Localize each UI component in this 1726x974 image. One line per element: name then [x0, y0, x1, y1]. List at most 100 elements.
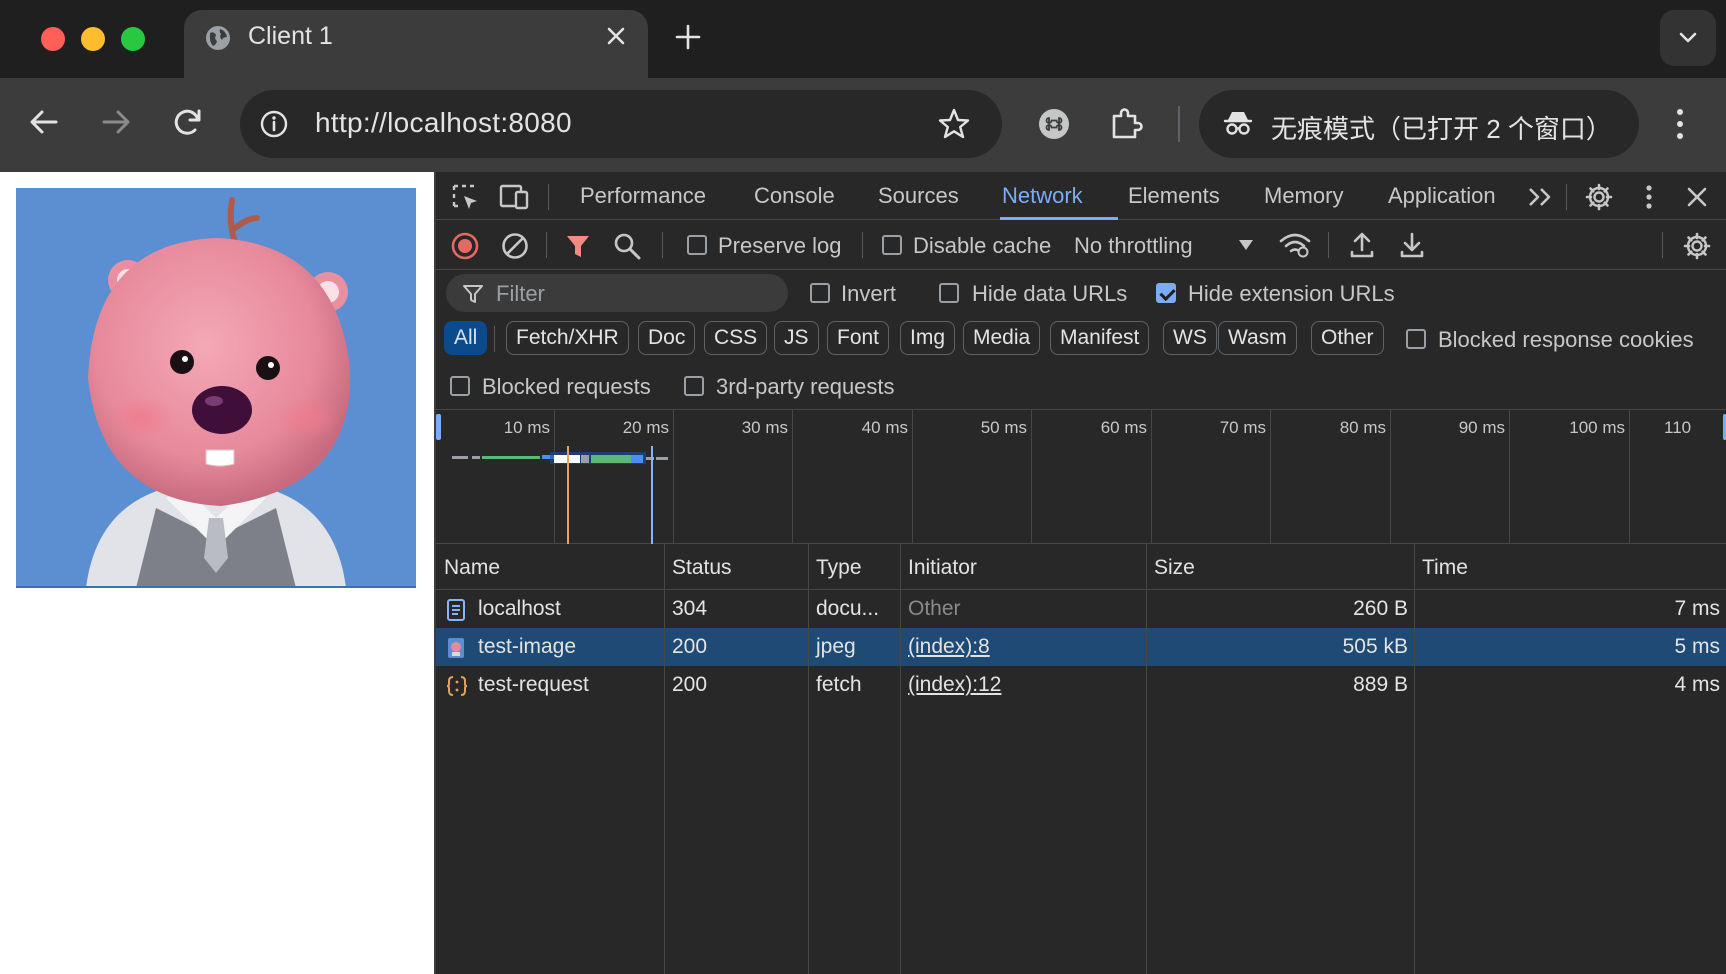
type-filter-font[interactable]: Font [827, 321, 890, 355]
blocked-response-cookies-checkbox[interactable] [1406, 329, 1426, 349]
tab-performance[interactable]: Performance [580, 183, 706, 209]
browser-menu-icon[interactable] [1668, 104, 1692, 144]
throttling-select[interactable]: No throttling [1074, 233, 1193, 259]
import-har-upload-icon[interactable] [1348, 230, 1376, 260]
new-tab-icon[interactable] [673, 22, 703, 52]
type-filter-doc[interactable]: Doc [638, 321, 696, 355]
search-icon[interactable] [612, 231, 642, 261]
tab-application[interactable]: Application [1388, 183, 1496, 209]
type-filter-media[interactable]: Media [963, 321, 1041, 355]
close-devtools-icon[interactable] [1684, 184, 1710, 210]
blocked-requests-checkbox[interactable] [450, 376, 470, 396]
reload-icon[interactable] [168, 102, 208, 142]
table-row[interactable]: test-request 200 fetch (index):12 889 B … [436, 666, 1726, 704]
type-filter-ws[interactable]: WS [1163, 321, 1217, 355]
settings-gear-icon[interactable] [1584, 182, 1614, 212]
incognito-indicator[interactable]: 无痕模式（已打开 2 个窗口） [1199, 90, 1639, 158]
more-tabs-chevron-icon[interactable] [1526, 184, 1556, 210]
timeline-tick-label: 90 ms [1458, 418, 1505, 437]
table-row[interactable]: localhost 304 docu... Other 260 B 7 ms [436, 590, 1726, 628]
type-filter-js[interactable]: JS [774, 321, 819, 355]
type-filter-manifest[interactable]: Manifest [1050, 321, 1150, 355]
column-header-size[interactable]: Size [1154, 556, 1195, 580]
column-header-type[interactable]: Type [816, 556, 862, 580]
timeline-tick-label: 100 ms [1569, 418, 1625, 437]
column-divider[interactable] [664, 544, 665, 974]
hide-extension-urls-checkbox[interactable] [1156, 283, 1176, 303]
timeline-tick-label: 70 ms [1219, 418, 1266, 437]
network-settings-gear-icon[interactable] [1682, 231, 1712, 261]
window-zoom-button[interactable] [121, 27, 145, 51]
column-divider[interactable] [1414, 544, 1415, 974]
type-filter-all[interactable]: All [444, 321, 488, 355]
request-type: docu... [816, 597, 880, 620]
tab-elements[interactable]: Elements [1128, 183, 1220, 209]
type-filter-img[interactable]: Img [900, 321, 956, 355]
disable-cache-checkbox[interactable] [882, 235, 902, 255]
tab-memory[interactable]: Memory [1264, 183, 1343, 209]
third-party-requests-checkbox[interactable] [684, 376, 704, 396]
forward-arrow-icon[interactable] [96, 102, 136, 142]
column-divider[interactable] [900, 544, 901, 974]
request-name: test-image [478, 635, 577, 658]
filter-funnel-outline-icon [463, 285, 483, 303]
timeline-gridline [1031, 410, 1032, 544]
table-row[interactable]: test-image 200 jpeg (index):8 505 kB 5 m… [436, 628, 1726, 666]
browser-toolbar: http://localhost:8080 无痕模式（已打开 2 个窗口） [0, 78, 1726, 172]
request-options-row: Blocked requests 3rd-party requests [436, 364, 1726, 410]
timeline-tick-label: 60 ms [1100, 418, 1147, 437]
invert-checkbox[interactable] [810, 283, 830, 303]
timeline-tick-label: 80 ms [1339, 418, 1386, 437]
toolbar-separator-2 [662, 232, 663, 258]
bookmark-star-icon[interactable] [937, 107, 971, 141]
dropdown-caret-icon[interactable] [1238, 239, 1254, 251]
hide-extension-urls-label: Hide extension URLs [1188, 281, 1395, 306]
url-text[interactable]: http://localhost:8080 [315, 107, 572, 139]
preserve-log-checkbox[interactable] [687, 235, 707, 255]
type-filter-other[interactable]: Other [1311, 321, 1384, 355]
column-header-status[interactable]: Status [672, 556, 732, 580]
request-initiator-link[interactable]: (index):12 [908, 673, 1001, 697]
disable-cache-label: Disable cache [913, 233, 1052, 258]
close-icon[interactable] [602, 22, 630, 50]
back-arrow-icon[interactable] [24, 102, 64, 142]
tab-console[interactable]: Console [754, 183, 835, 209]
request-initiator-link[interactable]: (index):8 [908, 635, 990, 659]
type-filter-css[interactable]: CSS [704, 321, 768, 355]
inspect-element-icon[interactable] [450, 182, 480, 212]
devtools-menu-icon[interactable] [1642, 182, 1656, 212]
column-header-time[interactable]: Time [1422, 556, 1468, 580]
window-close-button[interactable] [41, 27, 65, 51]
export-har-download-icon[interactable] [1398, 230, 1426, 260]
page-viewport [0, 172, 434, 974]
column-divider[interactable] [808, 544, 809, 974]
timeline-gridline [1151, 410, 1152, 544]
browser-tab[interactable]: Client 1 [184, 10, 648, 78]
hide-data-urls-checkbox[interactable] [939, 283, 959, 303]
globe-icon [206, 26, 230, 50]
request-type: jpeg [816, 635, 856, 658]
column-divider[interactable] [1146, 544, 1147, 974]
network-conditions-wifi-icon[interactable] [1278, 230, 1312, 260]
address-bar[interactable]: http://localhost:8080 [240, 90, 1002, 158]
device-toolbar-icon[interactable] [498, 182, 530, 212]
info-icon[interactable] [258, 108, 290, 140]
column-header-name[interactable]: Name [444, 556, 500, 580]
extensions-puzzle-icon[interactable] [1106, 104, 1146, 144]
type-filter-wasm[interactable]: Wasm [1218, 321, 1297, 355]
window-minimize-button[interactable] [81, 27, 105, 51]
type-filter-fetch-xhr[interactable]: Fetch/XHR [506, 321, 629, 355]
tab-search-button[interactable] [1660, 10, 1716, 66]
timeline-overview[interactable]: 10 ms 20 ms 30 ms 40 ms 50 ms 60 ms 70 m… [436, 410, 1726, 544]
clear-log-icon[interactable] [500, 231, 530, 261]
filter-funnel-icon[interactable] [564, 232, 592, 260]
test-image [16, 188, 416, 588]
blocked-response-cookies-label: Blocked response cookies [1438, 327, 1694, 352]
tab-sources[interactable]: Sources [878, 183, 959, 209]
command-extension-icon[interactable] [1034, 104, 1074, 144]
column-header-initiator[interactable]: Initiator [908, 556, 977, 580]
tab-network[interactable]: Network [1002, 183, 1083, 209]
record-stop-icon[interactable] [450, 231, 480, 261]
tab-title: Client 1 [248, 22, 333, 50]
filter-input[interactable]: Filter [446, 274, 788, 312]
